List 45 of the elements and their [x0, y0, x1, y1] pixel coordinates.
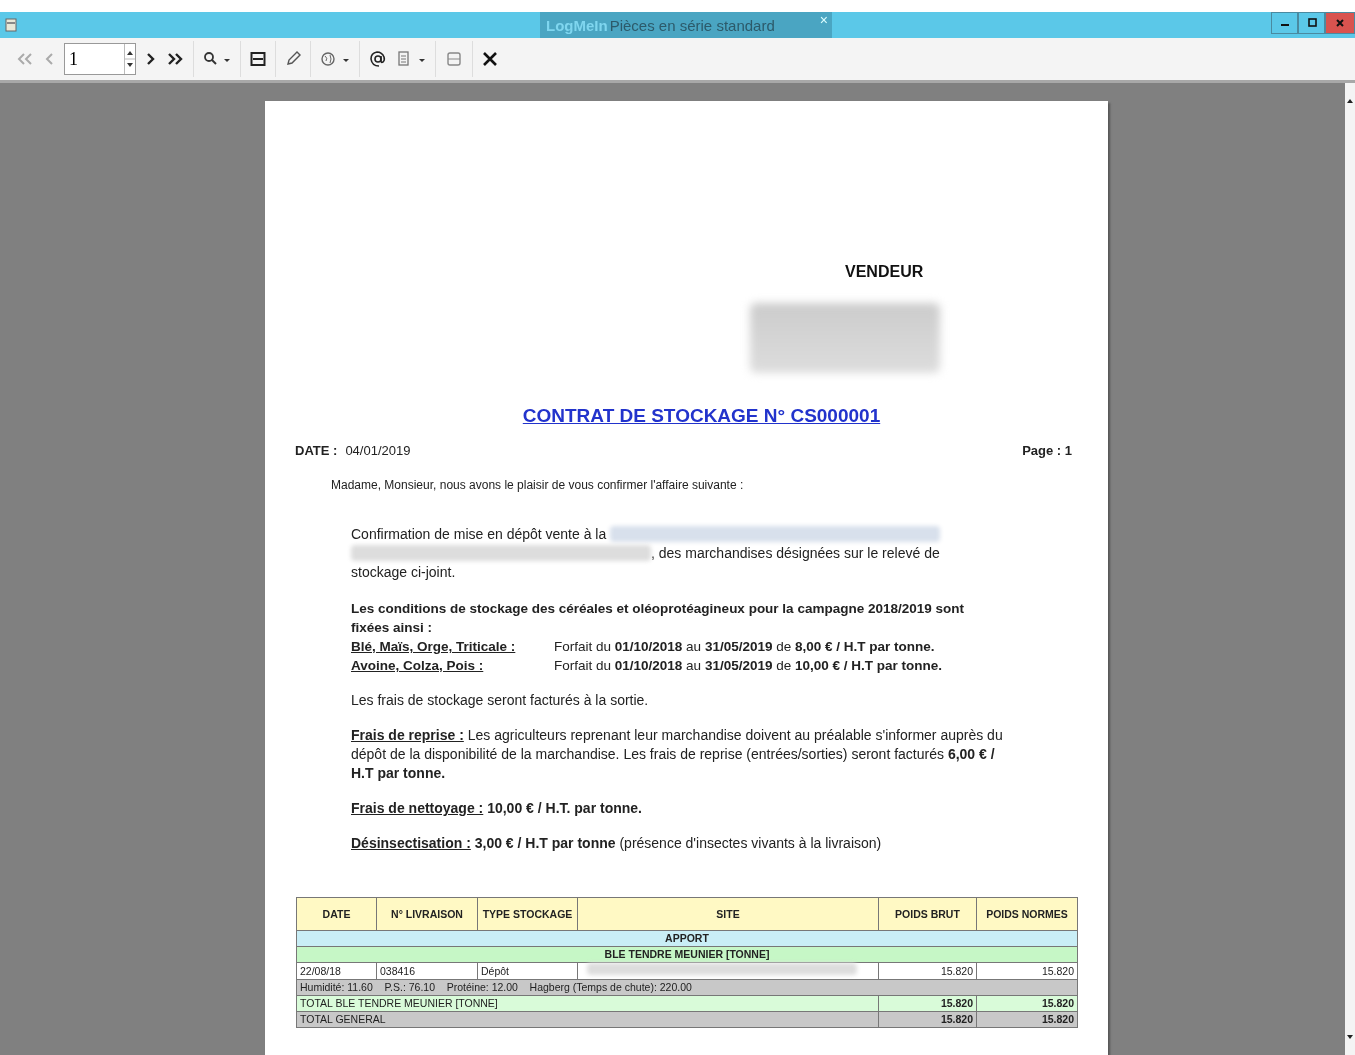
restore-icon — [1306, 18, 1317, 28]
product-label: Blé, Maïs, Orge, Triticale : — [351, 638, 517, 656]
scroll-up-icon[interactable] — [1346, 97, 1354, 105]
rate-terms: Forfait du 01/10/2018 au 31/05/2019 de 10,00 € / H.T par tonne. — [554, 657, 943, 675]
minimize-button[interactable] — [1271, 12, 1298, 34]
column-header: POIDS NORMES — [976, 897, 1078, 931]
confirmation-text: , des marchandises désignées sur le relevé de — [651, 544, 940, 561]
next-page-icon[interactable] — [145, 51, 157, 67]
scrollbar[interactable] — [1345, 83, 1355, 1055]
column-header: POIDS BRUT — [878, 897, 977, 931]
column-header: N° LIVRAISON — [376, 897, 478, 931]
scroll-down-icon[interactable] — [1346, 1033, 1354, 1041]
conditions-heading: Les conditions de stockage des céréales et oléoprotéagineux pour la campagne 2018/2019 sont fixées ainsi : — [351, 600, 965, 637]
billing-note: Les frais de stockage seront facturés à la sortie. — [351, 691, 650, 710]
fee-paragraph: Frais de reprise : Les agriculteurs reprenant leur marchandise doivent au préalable s'informer auprès du dépôt de la disponibilité de la marchandise. Les frais de reprise (entrées/sorties) seront facturés 6,00 € / H.T par tonne. — [351, 726, 1004, 783]
spinner-arrows-icon[interactable] — [124, 44, 135, 74]
last-page-icon[interactable] — [166, 51, 184, 67]
date-value: 04/01/2019 — [345, 443, 411, 458]
window-title: Pièces en série standard — [609, 16, 775, 34]
rate-terms: Forfait du 01/10/2018 au 31/05/2019 de 8,00 € / H.T par tonne. — [554, 638, 935, 656]
fee-paragraph: Frais de nettoyage : 10,00 € / H.T. par tonne. — [351, 799, 643, 818]
contract-title: CONTRAT DE STOCKAGE N° CS000001 — [521, 405, 882, 427]
seller-label: VENDEUR — [845, 263, 925, 281]
close-icon — [1335, 18, 1345, 28]
email-icon[interactable] — [369, 50, 387, 68]
confirmation-text: stockage ci-joint. — [351, 563, 456, 580]
greeting-text: Madame, Monsieur, nous avons le plaisir de vous confirmer l'affaire suivante : — [331, 478, 745, 492]
search-icon[interactable] — [203, 51, 231, 67]
page-number: Page : 1 — [1022, 443, 1072, 458]
column-header: SITE — [577, 897, 879, 931]
fee-paragraph: Désinsectisation : 3,00 € / H.T par tonne (présence d'insectes vivants à la livraison) — [351, 834, 883, 853]
export-icon[interactable] — [396, 51, 426, 67]
column-header: DATE — [296, 897, 377, 931]
restore-button[interactable] — [1298, 12, 1325, 34]
single-page-icon[interactable] — [250, 51, 266, 67]
date-label: DATE : — [295, 443, 338, 458]
confirmation-text: Confirmation de mise en dépôt vente à la — [351, 525, 607, 542]
pencil-icon[interactable] — [285, 51, 301, 67]
close-icon[interactable] — [482, 51, 498, 67]
column-header: TYPE STOCKAGE — [477, 897, 578, 931]
globe-icon[interactable] — [320, 51, 350, 67]
page-number-field[interactable]: 1 — [64, 43, 136, 75]
close-button[interactable] — [1325, 12, 1355, 34]
product-label: Avoine, Colza, Pois : — [351, 657, 485, 675]
close-tab-button[interactable]: × — [819, 12, 828, 28]
